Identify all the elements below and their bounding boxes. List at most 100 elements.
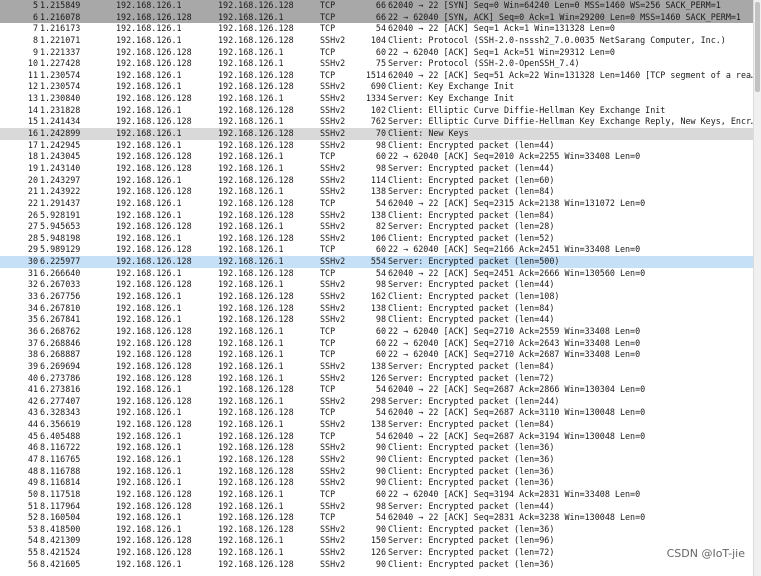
packet-destination: 192.168.126.1 (218, 151, 284, 162)
packet-destination: 192.168.126.128 (218, 104, 294, 115)
packet-row[interactable]: 12 1.230574 192.168.126.1 192.168.126.12… (0, 81, 761, 93)
packet-info: 22 → 62040 [ACK] Seq=2010 Ack=2255 Win=3… (388, 151, 641, 162)
packet-row[interactable]: 21 1.243922 192.168.126.128 192.168.126.… (0, 186, 761, 198)
scrollbar-thumb[interactable] (755, 2, 760, 92)
packet-length: 98 (375, 139, 386, 150)
packet-number: 38 (27, 349, 38, 360)
packet-length: 1514 (365, 69, 386, 80)
packet-row[interactable]: 44 6.356619 192.168.126.128 192.168.126.… (0, 419, 761, 431)
packet-info: Server: Encrypted packet (len=84) (388, 419, 555, 430)
packet-row[interactable]: 43 6.328343 192.168.126.1 192.168.126.12… (0, 407, 761, 419)
packet-length: 60 (375, 244, 386, 255)
packet-row[interactable]: 37 6.268846 192.168.126.128 192.168.126.… (0, 338, 761, 350)
packet-length: 90 (375, 465, 386, 476)
packet-time: 1.242945 (40, 139, 81, 150)
packet-info: Client: Encrypted packet (len=36) (388, 477, 555, 488)
packet-time: 6.328343 (40, 407, 81, 418)
packet-row[interactable]: 9 1.221337 192.168.126.128 192.168.126.1… (0, 47, 761, 59)
packet-row[interactable]: 54 8.421309 192.168.126.128 192.168.126.… (0, 535, 761, 547)
packet-row[interactable]: 29 5.989129 192.168.126.128 192.168.126.… (0, 244, 761, 256)
packet-row[interactable]: 34 6.267810 192.168.126.1 192.168.126.12… (0, 303, 761, 315)
packet-row[interactable]: 22 1.291437 192.168.126.1 192.168.126.12… (0, 198, 761, 210)
packet-row[interactable]: 7 1.216173 192.168.126.1 192.168.126.128… (0, 23, 761, 35)
packet-row[interactable]: 31 6.266640 192.168.126.1 192.168.126.12… (0, 268, 761, 280)
packet-destination: 192.168.126.128 (218, 209, 294, 220)
packet-row[interactable]: 11 1.230574 192.168.126.1 192.168.126.12… (0, 70, 761, 82)
packet-info: Server: Encrypted packet (len=500) (388, 256, 560, 267)
packet-row[interactable]: 36 6.268762 192.168.126.128 192.168.126.… (0, 326, 761, 338)
packet-number: 43 (27, 407, 38, 418)
packet-row[interactable]: 6 1.216078 192.168.126.128 192.168.126.1… (0, 11, 761, 24)
packet-info: 62040 → 22 [ACK] Seq=1 Ack=1 Win=131328 … (388, 23, 615, 34)
packet-row[interactable]: 49 8.116814 192.168.126.1 192.168.126.12… (0, 477, 761, 489)
packet-destination: 192.168.126.128 (218, 69, 294, 80)
packet-row[interactable]: 18 1.243045 192.168.126.128 192.168.126.… (0, 151, 761, 163)
packet-row[interactable]: 5 1.215849 192.168.126.1 192.168.126.128… (0, 0, 761, 12)
packet-number: 37 (27, 337, 38, 348)
packet-length: 138 (370, 302, 386, 313)
packet-row[interactable]: 55 8.421524 192.168.126.128 192.168.126.… (0, 547, 761, 559)
packet-row[interactable]: 14 1.231828 192.168.126.1 192.168.126.12… (0, 105, 761, 117)
packet-number: 49 (27, 477, 38, 488)
packet-row[interactable]: 8 1.221071 192.168.126.1 192.168.126.128… (0, 35, 761, 47)
packet-row[interactable]: 41 6.273816 192.168.126.1 192.168.126.12… (0, 384, 761, 396)
packet-time: 6.268887 (40, 349, 81, 360)
packet-row[interactable]: 10 1.227428 192.168.126.128 192.168.126.… (0, 58, 761, 70)
packet-info: 62040 → 22 [ACK] Seq=2315 Ack=2138 Win=1… (388, 197, 646, 208)
packet-source: 192.168.126.1 (116, 442, 182, 453)
packet-destination: 192.168.126.1 (218, 500, 284, 511)
packet-time: 1.243922 (40, 186, 81, 197)
packet-row[interactable]: 45 6.405488 192.168.126.1 192.168.126.12… (0, 431, 761, 443)
packet-row[interactable]: 32 6.267033 192.168.126.128 192.168.126.… (0, 279, 761, 291)
packet-row[interactable]: 17 1.242945 192.168.126.1 192.168.126.12… (0, 140, 761, 152)
packet-row[interactable]: 46 8.116722 192.168.126.1 192.168.126.12… (0, 442, 761, 454)
packet-row[interactable]: 19 1.243140 192.168.126.128 192.168.126.… (0, 163, 761, 175)
packet-row[interactable]: 56 8.421605 192.168.126.1 192.168.126.12… (0, 559, 761, 571)
packet-info: 62040 → 22 [ACK] Seq=51 Ack=22 Win=13132… (388, 69, 757, 80)
packet-row[interactable]: 47 8.116765 192.168.126.1 192.168.126.12… (0, 454, 761, 466)
packet-info: Client: Encrypted packet (len=60) (388, 174, 555, 185)
packet-row[interactable]: 30 6.225977 192.168.126.128 192.168.126.… (0, 256, 761, 268)
packet-time: 1.243140 (40, 162, 81, 173)
packet-source: 192.168.126.1 (116, 291, 182, 302)
packet-number: 22 (27, 197, 38, 208)
packet-row[interactable]: 39 6.269694 192.168.126.128 192.168.126.… (0, 361, 761, 373)
packet-destination: 192.168.126.128 (218, 267, 294, 278)
packet-row[interactable]: 35 6.267841 192.168.126.1 192.168.126.12… (0, 314, 761, 326)
packet-row[interactable]: 16 1.242899 192.168.126.1 192.168.126.12… (0, 128, 761, 140)
packet-row[interactable]: 33 6.267756 192.168.126.1 192.168.126.12… (0, 291, 761, 303)
packet-time: 8.116788 (40, 465, 81, 476)
packet-info: Client: Encrypted packet (len=36) (388, 453, 555, 464)
packet-row[interactable]: 50 8.117518 192.168.126.128 192.168.126.… (0, 489, 761, 501)
packet-row[interactable]: 15 1.241434 192.168.126.128 192.168.126.… (0, 116, 761, 128)
packet-number: 17 (27, 139, 38, 150)
packet-info: 62040 → 22 [ACK] Seq=2687 Ack=2866 Win=1… (388, 384, 646, 395)
vertical-scrollbar[interactable] (753, 0, 761, 576)
packet-source: 192.168.126.128 (116, 488, 192, 499)
packet-info: Client: Elliptic Curve Diffie-Hellman Ke… (388, 104, 666, 115)
packet-length: 90 (375, 558, 386, 569)
packet-time: 1.242899 (40, 128, 81, 139)
packet-destination: 192.168.126.128 (218, 314, 294, 325)
packet-row[interactable]: 53 8.418500 192.168.126.1 192.168.126.12… (0, 524, 761, 536)
packet-row[interactable]: 27 5.945653 192.168.126.128 192.168.126.… (0, 221, 761, 233)
packet-source: 192.168.126.128 (116, 11, 192, 22)
packet-info: 22 → 62040 [SYN, ACK] Seq=0 Ack=1 Win=29… (388, 11, 741, 22)
packet-row[interactable]: 26 5.928191 192.168.126.1 192.168.126.12… (0, 210, 761, 222)
packet-row[interactable]: 48 8.116788 192.168.126.1 192.168.126.12… (0, 466, 761, 478)
packet-row[interactable]: 28 5.948198 192.168.126.1 192.168.126.12… (0, 233, 761, 245)
packet-info: Client: Encrypted packet (len=44) (388, 139, 555, 150)
packet-source: 192.168.126.128 (116, 395, 192, 406)
packet-source: 192.168.126.1 (116, 267, 182, 278)
packet-time: 1.230574 (40, 81, 81, 92)
packet-row[interactable]: 38 6.268887 192.168.126.128 192.168.126.… (0, 349, 761, 361)
packet-row[interactable]: 13 1.230840 192.168.126.128 192.168.126.… (0, 93, 761, 105)
packet-length: 66 (375, 0, 386, 10)
packet-info: Client: Encrypted packet (len=52) (388, 232, 555, 243)
packet-row[interactable]: 42 6.277407 192.168.126.128 192.168.126.… (0, 396, 761, 408)
packet-row[interactable]: 20 1.243297 192.168.126.1 192.168.126.12… (0, 175, 761, 187)
packet-row[interactable]: 52 8.160504 192.168.126.1 192.168.126.12… (0, 512, 761, 524)
packet-row[interactable]: 51 8.117964 192.168.126.128 192.168.126.… (0, 501, 761, 513)
packet-row[interactable]: 40 6.273786 192.168.126.128 192.168.126.… (0, 373, 761, 385)
packet-source: 192.168.126.128 (116, 547, 192, 558)
